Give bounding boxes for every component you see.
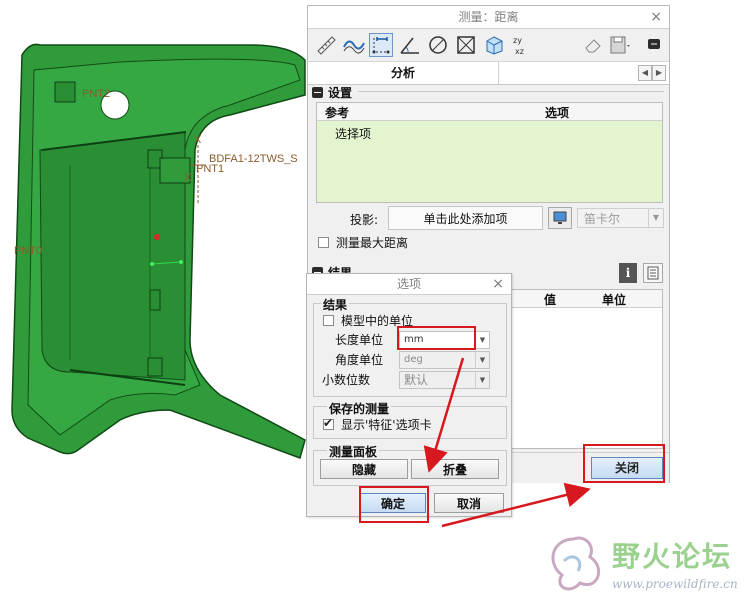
angle-unit-select[interactable]: deg ▼ (399, 351, 490, 369)
settings-heading: 设置 (328, 86, 353, 100)
ruler-icon[interactable] (314, 33, 338, 57)
watermark-logo (551, 536, 601, 591)
model-viewport[interactable]: PNT2 PNT1 BDFA1-12TWS_S PNT0 X X (0, 0, 320, 480)
decimal-places-value: 默认 (404, 373, 429, 387)
coordinate-type-select[interactable]: 笛卡尔 ▼ (577, 208, 664, 228)
chevron-down-icon: ▼ (475, 372, 489, 388)
cancel-button[interactable]: 取消 (434, 493, 504, 513)
show-feature-tab-checkbox[interactable] (323, 416, 334, 430)
model-units-checkbox[interactable] (323, 315, 334, 326)
decimal-places-label: 小数位数 (322, 373, 371, 387)
select-item-placeholder[interactable]: 选择项 (335, 125, 371, 142)
col-option: 选项 (545, 106, 570, 120)
measure-dialog-titlebar[interactable]: 测量：距离 × (308, 6, 669, 29)
options-dialog-titlebar[interactable]: 选项 × (307, 274, 511, 295)
axis-x-mark: X (194, 134, 202, 146)
volume-icon[interactable] (482, 33, 506, 57)
monitor-icon[interactable] (548, 207, 572, 229)
col-reference: 参考 (325, 106, 350, 120)
col-unit: 单位 (602, 293, 627, 307)
watermark: 野火论坛 www.proewildfire.cn (540, 527, 750, 597)
list-view-icon[interactable] (643, 263, 663, 283)
distance-icon[interactable] (369, 33, 393, 57)
datum-label-pnt0: PNT0 (14, 245, 43, 257)
chevron-down-icon: ▼ (475, 332, 489, 348)
coordinate-type-value: 笛卡尔 (584, 212, 621, 226)
axis-x-mark-2: X (184, 172, 192, 184)
annotation-box-ok (359, 486, 429, 523)
col-value: 值 (544, 293, 557, 307)
hide-panel-button[interactable]: 隐藏 (320, 459, 408, 479)
chevron-down-icon: ▼ (475, 352, 489, 368)
datum-label-pnt2: PNT2 (82, 88, 111, 100)
transform-icon[interactable]: zy xz (510, 33, 534, 57)
area-icon[interactable] (454, 33, 478, 57)
measure-panel-group-title: 测量面板 (327, 443, 380, 460)
collapse-icon[interactable] (643, 33, 667, 57)
green-part-model (11, 43, 306, 459)
references-table-header: 参考 选项 (317, 103, 662, 121)
measure-toolbar: zy xz (308, 29, 669, 62)
projection-label: 投影: (350, 213, 379, 227)
tab-next-icon[interactable]: ▶ (652, 65, 666, 81)
options-close-icon[interactable]: × (492, 274, 504, 294)
references-table[interactable]: 参考 选项 选择项 (316, 102, 663, 203)
length-unit-label: 长度单位 (335, 333, 384, 347)
settings-section-header[interactable]: 设置 (312, 84, 352, 101)
watermark-url: www.proewildfire.cn (612, 577, 738, 591)
annotation-box-close (583, 444, 665, 483)
svg-text:zy: zy (513, 36, 522, 45)
curve-icon[interactable] (342, 33, 366, 57)
tab-bar: 分析 ◀ ▶ (308, 62, 669, 85)
add-projection-button[interactable]: 单击此处添加项 (388, 206, 543, 230)
watermark-title: 野火论坛 (612, 540, 733, 573)
decimal-places-select[interactable]: 默认 ▼ (399, 371, 490, 389)
options-dialog: 选项 × 结果 模型中的单位 长度单位 mm ▼ 角度单位 deg ▼ 小数位数… (306, 273, 512, 517)
results-table-header: 值 单位 (509, 290, 662, 308)
tab-analysis[interactable]: 分析 (308, 62, 499, 84)
info-icon[interactable]: i (619, 263, 637, 283)
tab-prev-icon[interactable]: ◀ (638, 65, 652, 81)
results-table[interactable]: 值 单位 (508, 289, 663, 449)
saved-measure-group-title: 保存的测量 (327, 400, 392, 417)
eraser-icon[interactable] (581, 33, 605, 57)
diameter-icon[interactable] (426, 33, 450, 57)
show-feature-tab-label: 显示'特征'选项卡 (341, 418, 432, 432)
angle-unit-label: 角度单位 (335, 353, 384, 367)
settings-divider (358, 91, 664, 92)
options-dialog-title: 选项 (396, 277, 421, 291)
annotation-box-length-unit (397, 326, 476, 350)
chevron-down-icon: ▼ (648, 209, 663, 227)
max-distance-checkbox[interactable] (318, 237, 329, 248)
measure-dialog-title: 测量：距离 (458, 10, 519, 24)
collapse-panel-button[interactable]: 折叠 (411, 459, 499, 479)
results-group-title: 结果 (321, 296, 350, 313)
collapse-settings-icon[interactable] (312, 87, 323, 98)
max-distance-label: 测量最大距离 (336, 236, 409, 250)
svg-text:xz: xz (515, 47, 524, 56)
csys-label: BDFA1-12TWS_S (209, 153, 298, 165)
angle-icon[interactable] (398, 33, 422, 57)
save-icon[interactable] (607, 33, 631, 57)
angle-unit-value: deg (404, 354, 423, 365)
close-icon[interactable]: × (650, 6, 662, 28)
